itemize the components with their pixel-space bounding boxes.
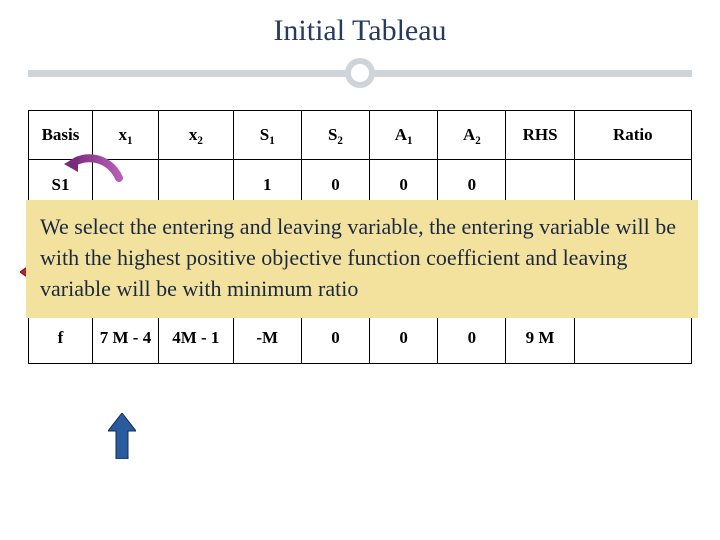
page-title: Initial Tableau xyxy=(28,14,692,48)
col-a2: A2 xyxy=(438,111,506,160)
f-rhs: 9 M xyxy=(506,313,574,364)
f-x1: 7 M - 4 xyxy=(92,313,158,364)
callout-box: We select the entering and leaving varia… xyxy=(26,200,698,318)
slide-root: Initial Tableau Basis x1 x2 S1 S2 A1 A2 xyxy=(0,0,720,540)
f-x2: 4M - 1 xyxy=(159,313,234,364)
f-a2: 0 xyxy=(438,313,506,364)
arrow-curve-icon xyxy=(64,150,124,189)
col-x2: x2 xyxy=(159,111,234,160)
table-header-row: Basis x1 x2 S1 S2 A1 A2 RHS Ratio xyxy=(29,111,692,160)
callout-text: We select the entering and leaving varia… xyxy=(40,214,676,301)
f-a1: 0 xyxy=(370,313,438,364)
f-s1: -M xyxy=(233,313,301,364)
title-ring xyxy=(345,58,375,88)
f-ratio xyxy=(574,313,691,364)
f-label: f xyxy=(29,313,93,364)
title-underline xyxy=(28,58,692,88)
col-ratio: Ratio xyxy=(574,111,691,160)
arrow-up-icon xyxy=(108,413,136,464)
col-rhs: RHS xyxy=(506,111,574,160)
col-s1: S1 xyxy=(233,111,301,160)
f-row: f 7 M - 4 4M - 1 -M 0 0 0 9 M xyxy=(29,313,692,364)
col-s2: S2 xyxy=(301,111,369,160)
f-s2: 0 xyxy=(301,313,369,364)
col-a1: A1 xyxy=(370,111,438,160)
